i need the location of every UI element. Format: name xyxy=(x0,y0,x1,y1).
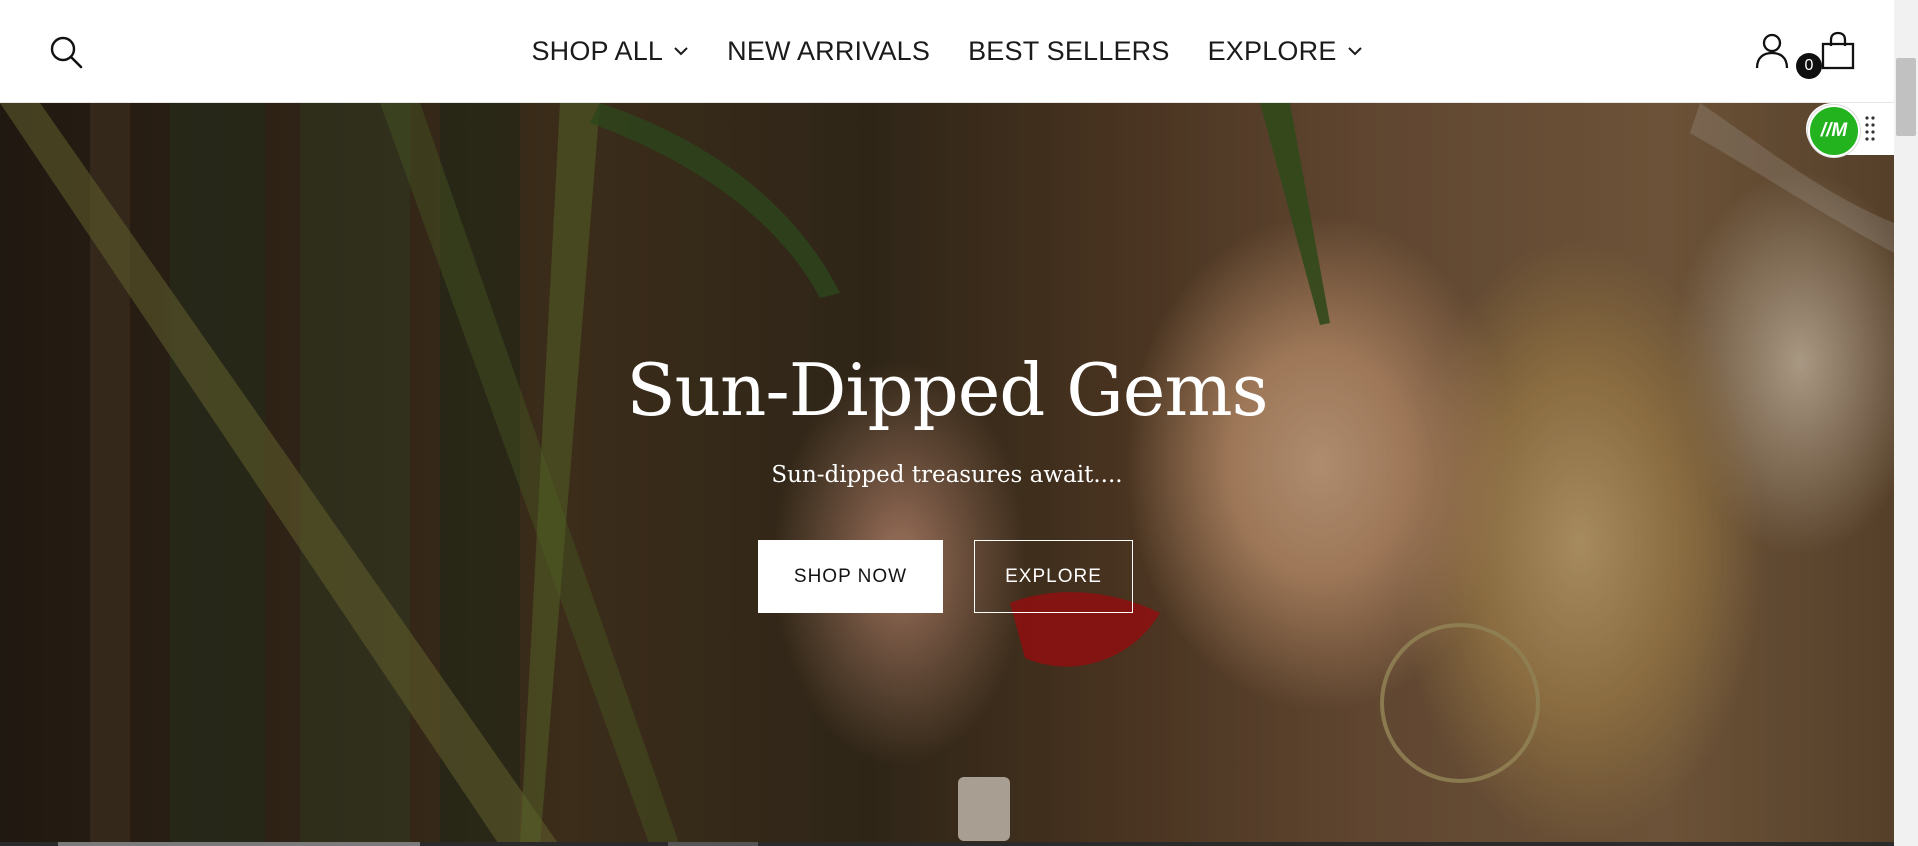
hero-title: Sun-Dipped Gems xyxy=(626,348,1268,432)
main-nav: SHOP ALL NEW ARRIVALS BEST SELLERS EXPLO… xyxy=(0,0,1894,102)
chevron-down-icon xyxy=(1347,47,1362,56)
explore-button[interactable]: EXPLORE xyxy=(974,540,1133,613)
widget-logo-button[interactable]: //M xyxy=(1808,105,1860,157)
user-icon[interactable] xyxy=(1754,32,1790,70)
nav-new-arrivals-label: NEW ARRIVALS xyxy=(727,35,931,66)
nav-shop-all[interactable]: SHOP ALL xyxy=(531,36,689,67)
cart-count-badge: 0 xyxy=(1796,53,1822,79)
nav-new-arrivals[interactable]: NEW ARRIVALS xyxy=(727,36,930,67)
nav-best-sellers[interactable]: BEST SELLERS xyxy=(968,36,1170,67)
nav-best-sellers-label: BEST SELLERS xyxy=(968,35,1170,66)
chevron-down-icon xyxy=(674,47,688,56)
slider-progress-bar xyxy=(58,842,420,846)
nav-explore-label: EXPLORE xyxy=(1207,35,1337,66)
slider-progress-bar xyxy=(668,842,758,846)
hero-subtitle: Sun-dipped treasures await.... xyxy=(771,462,1123,488)
scrollbar-thumb[interactable] xyxy=(1896,58,1916,136)
shop-now-button[interactable]: SHOP NOW xyxy=(758,540,943,613)
shopping-bag-icon[interactable] xyxy=(1818,30,1858,72)
site-header: SHOP ALL NEW ARRIVALS BEST SELLERS EXPLO… xyxy=(0,0,1894,103)
nav-explore[interactable]: EXPLORE xyxy=(1208,36,1363,67)
drag-handle-icon[interactable] xyxy=(1864,114,1876,142)
nav-shop-all-label: SHOP ALL xyxy=(531,35,664,66)
